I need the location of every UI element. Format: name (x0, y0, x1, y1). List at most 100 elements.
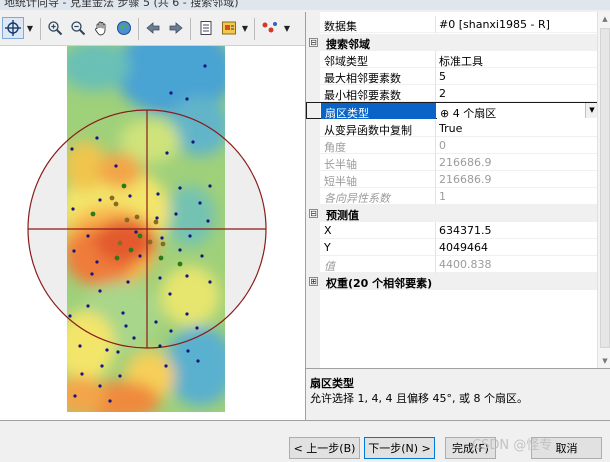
sample-point (178, 186, 182, 190)
sample-point (114, 164, 118, 168)
neighbor-point (117, 240, 123, 246)
row-min-neighbors[interactable]: 最小相邻要素数 2 (306, 85, 597, 102)
forward-arrow-icon[interactable] (165, 17, 187, 39)
neighbor-point (134, 214, 140, 220)
sample-point (185, 312, 189, 316)
crosshair-tool-icon[interactable] (2, 17, 24, 39)
row-y[interactable]: Y 4049464 (306, 239, 597, 256)
scroll-down-icon[interactable]: ▼ (598, 354, 610, 368)
sample-point (132, 336, 136, 340)
back-arrow-icon[interactable] (142, 17, 164, 39)
sample-point (105, 348, 109, 352)
predicted-value-label: 值 (324, 260, 335, 273)
sample-point (169, 329, 173, 333)
column-divider (435, 222, 436, 239)
property-grid: 数据集 #0 [shanxi1985 - R] ⊟ 搜索邻域 邻域类型 标准工具… (305, 12, 610, 368)
sample-point (95, 260, 99, 264)
globe-full-extent-icon[interactable] (113, 17, 135, 39)
scroll-up-icon[interactable]: ▲ (598, 12, 610, 26)
sector-type-value: ⊕ 4 个扇区 (440, 105, 598, 121)
neighbor-point (90, 211, 96, 217)
chevron-down-icon[interactable]: ▼ (282, 17, 292, 39)
y-value: 4049464 (439, 241, 488, 254)
zoom-out-icon[interactable] (67, 17, 89, 39)
column-divider (435, 68, 436, 85)
sample-point (71, 207, 75, 211)
sample-point (188, 234, 192, 238)
sample-point (70, 147, 74, 151)
min-neighbors-value: 2 (439, 87, 446, 100)
anisotropy-factor-value: 1 (439, 190, 446, 203)
collapse-icon[interactable]: ⊟ (309, 38, 318, 47)
dataset-value: #0 [shanxi1985 - R] (439, 18, 550, 31)
neighbor-point (121, 183, 127, 189)
sample-point (200, 254, 204, 258)
sample-point (134, 230, 138, 234)
sample-point (164, 364, 168, 368)
points-symbol-icon[interactable] (259, 17, 281, 39)
sample-point (169, 91, 173, 95)
zoom-in-icon[interactable] (44, 17, 66, 39)
column-divider (435, 171, 436, 188)
next-button[interactable]: 下一步(N) > (364, 437, 435, 459)
sample-point (178, 248, 182, 252)
map-preview[interactable] (0, 46, 305, 420)
row-x[interactable]: X 634371.5 (306, 222, 597, 239)
expand-icon[interactable]: ⊞ (309, 277, 318, 286)
category-weights[interactable]: ⊞ 权重(20 个相邻要素) (306, 273, 597, 290)
category-prediction[interactable]: ⊟ 预测值 (306, 205, 597, 222)
sample-point (195, 326, 199, 330)
row-sector-type[interactable]: 扇区类型 ⊕ 4 个扇区 ▼ (306, 102, 598, 121)
table-identify-icon[interactable] (195, 17, 217, 39)
row-minor-semiaxis: 短半轴 216686.9 (306, 171, 597, 188)
row-dataset[interactable]: 数据集 #0 [shanxi1985 - R] (306, 16, 597, 33)
scrollbar-thumb[interactable] (600, 28, 610, 348)
pan-hand-icon[interactable] (90, 17, 112, 39)
anisotropy-factor-label: 各向异性系数 (324, 192, 390, 205)
column-divider (435, 51, 436, 68)
toolbar-separator (254, 18, 255, 40)
layer-legend-icon[interactable] (218, 17, 240, 39)
interpolation-surface[interactable] (0, 46, 305, 420)
chevron-down-icon[interactable]: ▼ (240, 17, 250, 39)
collapse-icon[interactable]: ⊟ (309, 209, 318, 218)
row-copy-from-variogram[interactable]: 从变异函数中复制 True (306, 120, 597, 137)
neighbor-point (160, 241, 166, 247)
major-semiaxis-label: 长半轴 (324, 158, 357, 171)
row-max-neighbors[interactable]: 最大相邻要素数 5 (306, 68, 597, 85)
help-title: 扇区类型 (310, 377, 354, 390)
max-neighbors-label: 最大相邻要素数 (324, 72, 401, 85)
row-neighborhood-type[interactable]: 邻域类型 标准工具 (306, 51, 597, 68)
column-divider (435, 154, 436, 171)
neighbor-point (158, 255, 164, 261)
vertical-scrollbar[interactable]: ▲ ▼ (597, 12, 610, 368)
neighbor-point (177, 261, 183, 267)
column-divider (435, 239, 436, 256)
sample-point (80, 372, 84, 376)
sector-crosshair-icon: ⊕ (440, 107, 450, 120)
back-button[interactable]: < 上一步(B) (289, 437, 360, 459)
chevron-down-icon[interactable]: ▼ (25, 17, 35, 39)
sample-point (208, 184, 212, 188)
sector-type-dropdown[interactable]: ⊕ 4 个扇区 ▼ (437, 103, 598, 121)
sample-point (86, 234, 90, 238)
angle-label: 角度 (324, 141, 346, 154)
major-semiaxis-value: 216686.9 (439, 156, 492, 169)
sample-point (90, 272, 94, 276)
sample-point (98, 198, 102, 202)
category-search-neighborhood[interactable]: ⊟ 搜索邻域 (306, 34, 597, 51)
sample-point (185, 97, 189, 101)
sample-point (72, 249, 76, 253)
row-predicted-value: 值 4400.838 (306, 256, 597, 273)
sample-point (156, 192, 160, 196)
prediction-raster (67, 46, 225, 412)
window-title-bar: 地统计向导 - 克里金法 步骤 5 (共 6 - 搜索邻域) (0, 0, 610, 10)
angle-value: 0 (439, 139, 446, 152)
min-neighbors-label: 最小相邻要素数 (324, 89, 401, 102)
category-title: 搜索邻域 (326, 38, 370, 51)
column-divider (435, 85, 436, 102)
sample-point (68, 314, 72, 318)
window-title: 地统计向导 - 克里金法 步骤 5 (共 6 - 搜索邻域) (4, 0, 239, 9)
minor-semiaxis-value: 216686.9 (439, 173, 492, 186)
sample-point (196, 359, 200, 363)
